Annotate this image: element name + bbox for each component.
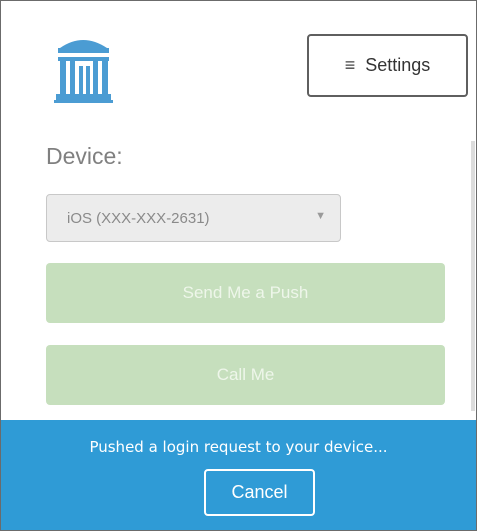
device-select[interactable]: iOS (XXX-XXX-2631) ▼ [46,194,341,242]
cancel-button[interactable]: Cancel [204,469,315,516]
chevron-down-icon: ▼ [315,210,326,222]
hamburger-menu-icon: ≡ [344,55,356,75]
device-label: Device: [46,143,123,169]
settings-label: Settings [365,55,431,75]
duo-auth-frame: ≡ Settings Device: iOS (XXX-XXX-2631) ▼ … [0,0,477,531]
device-select-value: iOS (XXX-XXX-2631) [67,209,210,227]
send-push-button[interactable]: Send Me a Push [46,263,445,323]
scrollbar[interactable] [471,141,475,411]
status-message: Pushed a login request to your device... [89,438,388,456]
old-well-logo-icon [46,34,121,109]
status-banner: Pushed a login request to your device...… [1,420,476,530]
call-me-button[interactable]: Call Me [46,345,445,405]
settings-button[interactable]: ≡ Settings [307,34,468,97]
